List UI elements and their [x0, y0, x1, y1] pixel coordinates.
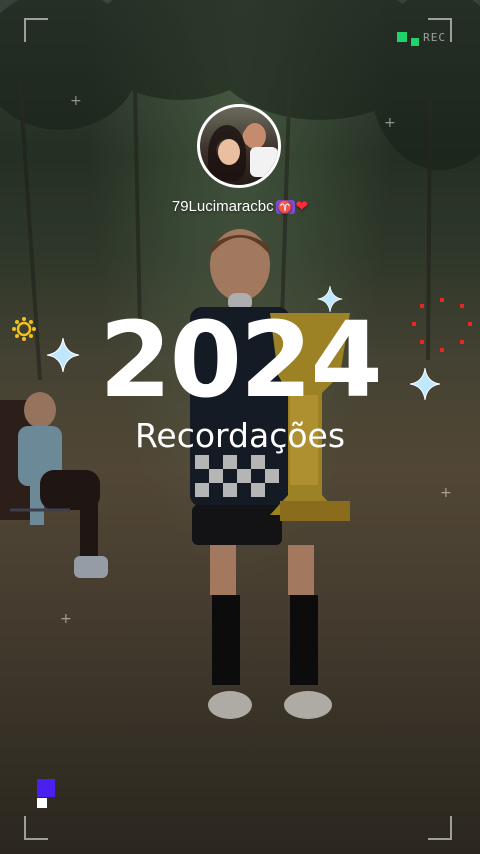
- memories-subtitle: Recordações: [134, 416, 346, 455]
- pixel-blocks-icon: [37, 779, 55, 808]
- rec-green-square: [397, 32, 408, 42]
- avatar-face-woman: [218, 139, 240, 165]
- pixel-white-block: [37, 798, 47, 808]
- avatar-face-man: [244, 123, 266, 149]
- profile-avatar[interactable]: [197, 104, 281, 188]
- username-text: 79Lucimaracbc: [171, 198, 274, 215]
- heart-emoji-icon: ❤: [295, 198, 309, 215]
- username-label[interactable]: 79Lucimaracbc ♈ ❤: [0, 197, 480, 215]
- frame-corner-bottom-right: [428, 816, 452, 840]
- frame-corner-top-left: [24, 18, 48, 42]
- crosshair-icon: +: [60, 611, 72, 627]
- frame-corner-bottom-left: [24, 816, 48, 840]
- crosshair-icon: +: [70, 93, 82, 109]
- aries-emoji-icon: ♈: [275, 200, 295, 214]
- pixel-blue-block: [37, 779, 55, 797]
- year-title: 2024: [99, 299, 382, 421]
- rec-indicator-icon: REC: [397, 28, 446, 46]
- crosshair-icon: +: [384, 115, 396, 131]
- rec-green-square-small: [411, 38, 420, 46]
- story-screen: REC + + + + 79Lucimaracbc ♈ ❤ 2024 Recor…: [0, 0, 480, 854]
- avatar-shirt: [250, 147, 278, 177]
- crosshair-icon: +: [440, 485, 452, 501]
- rec-label: REC: [423, 30, 446, 44]
